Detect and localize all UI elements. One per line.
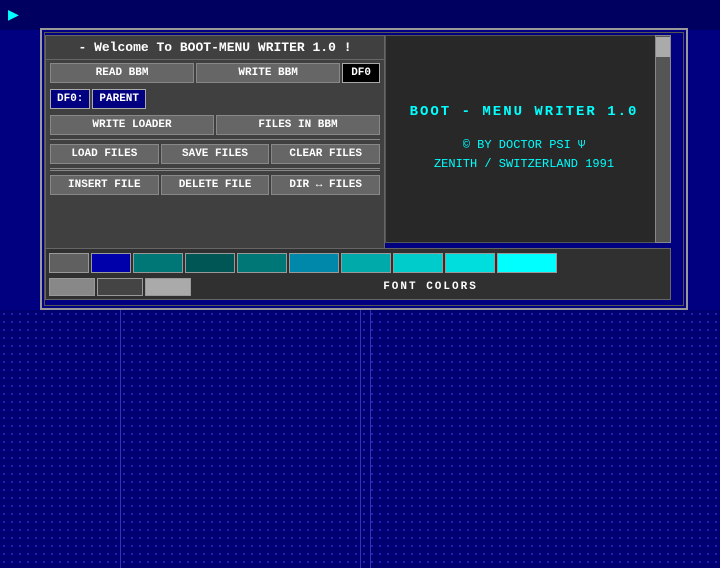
swatch-bright-cyan[interactable] [497,253,557,273]
swatch-b-gray[interactable] [49,278,95,296]
clear-files-button[interactable]: CLEAR FILES [271,144,380,164]
vline-2 [360,310,361,568]
swatch-teal-1[interactable] [133,253,183,273]
df0-label-button[interactable]: DF0: [50,89,90,109]
insert-file-button[interactable]: INSERT FILE [50,175,159,195]
row-1: READ BBM WRITE BBM DF0 [46,60,384,86]
swatch-cyan-1[interactable] [341,253,391,273]
swatch-dark-blue[interactable] [91,253,131,273]
right-panel: BOOT - MENU WRITER 1.0 © BY DOCTOR PSI Ψ… [385,35,663,243]
right-copy-2: ZENITH / SWITZERLAND 1991 [434,155,614,174]
row-5: INSERT FILE DELETE FILE DIR ↔ FILES [46,172,384,198]
delete-file-button[interactable]: DELETE FILE [161,175,270,195]
right-copy-1: © BY DOCTOR PSI Ψ [463,136,585,155]
right-scrollbar[interactable] [655,35,671,243]
separator-1 [50,139,380,140]
row-3: WRITE LOADER FILES IN BBM [46,112,384,138]
files-in-bbm-button[interactable]: FILES IN BBM [216,115,380,135]
separator-3 [50,170,380,171]
scrollbar-thumb [656,37,670,57]
row-4: LOAD FILES SAVE FILES CLEAR FILES [46,141,384,167]
swatch-b-dark[interactable] [97,278,143,296]
df0-button[interactable]: DF0 [342,63,380,83]
font-colors-label: FONT COLORS [191,281,670,293]
welcome-text: - Welcome To BOOT-MENU WRITER 1.0 ! [46,36,384,60]
top-icon: ▶ [8,4,19,26]
read-bbm-button[interactable]: READ BBM [50,63,194,83]
colors-strip: FONT COLORS [45,248,671,300]
top-bar: ▶ [0,0,720,30]
save-files-button[interactable]: SAVE FILES [161,144,270,164]
swatch-dark-teal[interactable] [185,253,235,273]
swatch-b-light[interactable] [145,278,191,296]
load-files-button[interactable]: LOAD FILES [50,144,159,164]
swatch-blue-teal[interactable] [289,253,339,273]
row-2: DF0: PARENT [46,86,384,112]
write-loader-button[interactable]: WRITE LOADER [50,115,214,135]
dir-files-button[interactable]: DIR ↔ FILES [271,175,380,195]
bottom-area [0,310,720,568]
swatch-cyan-3[interactable] [445,253,495,273]
swatch-teal-2[interactable] [237,253,287,273]
swatch-gray[interactable] [49,253,89,273]
parent-button[interactable]: PARENT [92,89,146,109]
swatch-cyan-2[interactable] [393,253,443,273]
separator-2 [50,168,380,169]
write-bbm-button[interactable]: WRITE BBM [196,63,340,83]
right-title: BOOT - MENU WRITER 1.0 [410,104,639,120]
vline-1 [120,310,121,568]
vline-3 [370,310,371,568]
